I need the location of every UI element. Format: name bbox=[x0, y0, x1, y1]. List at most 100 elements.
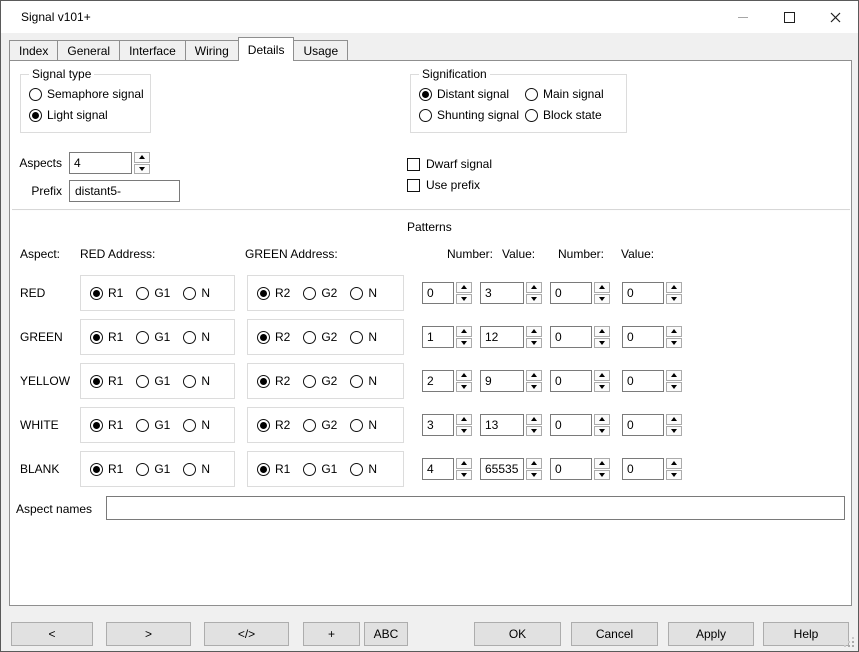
blank-value-2-spinner-field[interactable]: 0 bbox=[622, 458, 664, 480]
blank-value-1-spinner-field[interactable]: 65535 bbox=[480, 458, 524, 480]
aspect-names-input[interactable] bbox=[106, 496, 845, 520]
green-number-2-spinner-up-button[interactable] bbox=[594, 326, 610, 337]
red-number-2-spinner-down-button[interactable] bbox=[594, 294, 610, 305]
radio-blank-red-g1[interactable]: G1 bbox=[136, 462, 170, 476]
radio-signal-type-light-signal[interactable]: Light signal bbox=[29, 108, 144, 122]
red-number-2-spinner-field[interactable]: 0 bbox=[550, 282, 592, 304]
green-value-1-spinner-field[interactable]: 12 bbox=[480, 326, 524, 348]
radio-green-green-n[interactable]: N bbox=[350, 330, 377, 344]
radio-red-red-g1[interactable]: G1 bbox=[136, 286, 170, 300]
green-value-2-spinner-up-button[interactable] bbox=[666, 326, 682, 337]
aspects-spinner-up-button[interactable] bbox=[134, 152, 150, 163]
radio-yellow-green-g2[interactable]: G2 bbox=[303, 374, 337, 388]
blank-number-1-spinner-down-button[interactable] bbox=[456, 470, 472, 481]
red-value-1-spinner-field[interactable]: 3 bbox=[480, 282, 524, 304]
aspects-spinner-field[interactable]: 4 bbox=[69, 152, 132, 174]
radio-red-green-n[interactable]: N bbox=[350, 286, 377, 300]
minimize-button[interactable] bbox=[720, 1, 766, 33]
radio-blank-green-n[interactable]: N bbox=[350, 462, 377, 476]
blank-number-2-spinner-down-button[interactable] bbox=[594, 470, 610, 481]
yellow-number-2-spinner-up-button[interactable] bbox=[594, 370, 610, 381]
aspects-spinner-down-button[interactable] bbox=[134, 164, 150, 175]
white-value-1-spinner-field[interactable]: 13 bbox=[480, 414, 524, 436]
radio-white-green-n[interactable]: N bbox=[350, 418, 377, 432]
white-value-2-spinner-field[interactable]: 0 bbox=[622, 414, 664, 436]
white-value-1-spinner-down-button[interactable] bbox=[526, 426, 542, 437]
blank-value-1-spinner-up-button[interactable] bbox=[526, 458, 542, 469]
white-number-2-spinner-down-button[interactable] bbox=[594, 426, 610, 437]
ok-button[interactable]: OK bbox=[474, 622, 561, 646]
radio-red-red-r1[interactable]: R1 bbox=[90, 286, 123, 300]
add-button[interactable]: + bbox=[303, 622, 360, 646]
tab-general[interactable]: General bbox=[57, 40, 120, 60]
blank-value-1-spinner-down-button[interactable] bbox=[526, 470, 542, 481]
yellow-number-2-spinner-field[interactable]: 0 bbox=[550, 370, 592, 392]
radio-signification-main-signal[interactable]: Main signal bbox=[525, 87, 620, 101]
radio-yellow-red-n[interactable]: N bbox=[183, 374, 210, 388]
maximize-button[interactable] bbox=[766, 1, 812, 33]
radio-white-red-r1[interactable]: R1 bbox=[90, 418, 123, 432]
yellow-number-1-spinner-field[interactable]: 2 bbox=[422, 370, 454, 392]
tab-usage[interactable]: Usage bbox=[293, 40, 348, 60]
green-value-2-spinner-field[interactable]: 0 bbox=[622, 326, 664, 348]
resize-grip-icon[interactable] bbox=[843, 636, 855, 648]
next-button[interactable]: > bbox=[106, 622, 191, 646]
help-button[interactable]: Help bbox=[763, 622, 849, 646]
red-value-2-spinner-down-button[interactable] bbox=[666, 294, 682, 305]
white-number-1-spinner-field[interactable]: 3 bbox=[422, 414, 454, 436]
tab-wiring[interactable]: Wiring bbox=[185, 40, 239, 60]
blank-number-2-spinner-up-button[interactable] bbox=[594, 458, 610, 469]
abc-button[interactable]: ABC bbox=[364, 622, 408, 646]
red-value-1-spinner-up-button[interactable] bbox=[526, 282, 542, 293]
yellow-value-1-spinner-up-button[interactable] bbox=[526, 370, 542, 381]
red-number-1-spinner-down-button[interactable] bbox=[456, 294, 472, 305]
green-value-1-spinner-down-button[interactable] bbox=[526, 338, 542, 349]
radio-red-red-n[interactable]: N bbox=[183, 286, 210, 300]
radio-green-red-n[interactable]: N bbox=[183, 330, 210, 344]
prev-button[interactable]: < bbox=[11, 622, 93, 646]
white-value-2-spinner-up-button[interactable] bbox=[666, 414, 682, 425]
blank-number-2-spinner-field[interactable]: 0 bbox=[550, 458, 592, 480]
yellow-value-2-spinner-field[interactable]: 0 bbox=[622, 370, 664, 392]
green-number-2-spinner-field[interactable]: 0 bbox=[550, 326, 592, 348]
radio-signification-distant-signal[interactable]: Distant signal bbox=[419, 87, 525, 101]
yellow-value-1-spinner-field[interactable]: 9 bbox=[480, 370, 524, 392]
radio-blank-red-r1[interactable]: R1 bbox=[90, 462, 123, 476]
red-value-1-spinner-down-button[interactable] bbox=[526, 294, 542, 305]
blank-value-2-spinner-down-button[interactable] bbox=[666, 470, 682, 481]
radio-signification-block-state[interactable]: Block state bbox=[525, 108, 620, 122]
radio-yellow-green-n[interactable]: N bbox=[350, 374, 377, 388]
radio-green-red-r1[interactable]: R1 bbox=[90, 330, 123, 344]
white-number-1-spinner-down-button[interactable] bbox=[456, 426, 472, 437]
white-value-2-spinner-down-button[interactable] bbox=[666, 426, 682, 437]
use-prefix-checkbox[interactable]: Use prefix bbox=[407, 178, 480, 192]
yellow-number-2-spinner-down-button[interactable] bbox=[594, 382, 610, 393]
red-number-2-spinner-up-button[interactable] bbox=[594, 282, 610, 293]
radio-blank-green-g1[interactable]: G1 bbox=[303, 462, 337, 476]
yellow-number-1-spinner-up-button[interactable] bbox=[456, 370, 472, 381]
title-bar[interactable]: Signal v101+ bbox=[1, 1, 858, 33]
yellow-number-1-spinner-down-button[interactable] bbox=[456, 382, 472, 393]
white-number-2-spinner-field[interactable]: 0 bbox=[550, 414, 592, 436]
radio-yellow-red-r1[interactable]: R1 bbox=[90, 374, 123, 388]
radio-blank-red-n[interactable]: N bbox=[183, 462, 210, 476]
radio-signification-shunting-signal[interactable]: Shunting signal bbox=[419, 108, 525, 122]
red-number-1-spinner-up-button[interactable] bbox=[456, 282, 472, 293]
white-value-1-spinner-up-button[interactable] bbox=[526, 414, 542, 425]
cancel-button[interactable]: Cancel bbox=[571, 622, 658, 646]
tab-index[interactable]: Index bbox=[9, 40, 58, 60]
blank-number-1-spinner-field[interactable]: 4 bbox=[422, 458, 454, 480]
green-value-1-spinner-up-button[interactable] bbox=[526, 326, 542, 337]
red-number-1-spinner-field[interactable]: 0 bbox=[422, 282, 454, 304]
green-number-1-spinner-up-button[interactable] bbox=[456, 326, 472, 337]
yellow-value-2-spinner-up-button[interactable] bbox=[666, 370, 682, 381]
tab-details[interactable]: Details bbox=[238, 37, 295, 61]
apply-button[interactable]: Apply bbox=[668, 622, 754, 646]
radio-red-green-g2[interactable]: G2 bbox=[303, 286, 337, 300]
code-button[interactable]: </> bbox=[204, 622, 289, 646]
close-button[interactable] bbox=[812, 1, 858, 33]
radio-yellow-green-r2[interactable]: R2 bbox=[257, 374, 290, 388]
radio-white-red-n[interactable]: N bbox=[183, 418, 210, 432]
green-number-2-spinner-down-button[interactable] bbox=[594, 338, 610, 349]
radio-white-red-g1[interactable]: G1 bbox=[136, 418, 170, 432]
